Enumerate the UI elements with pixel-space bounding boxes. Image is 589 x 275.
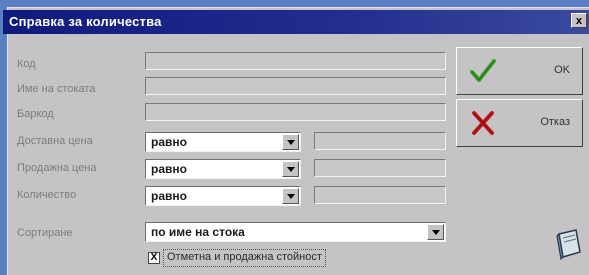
window-frame: Справка за количества x Код Име на стока… <box>0 0 589 275</box>
chevron-down-icon[interactable] <box>282 161 299 177</box>
ok-button[interactable]: OK <box>456 47 583 95</box>
sale-value-checkbox-label[interactable]: Отметна и продажна стойност <box>163 249 326 267</box>
checkmark-icon <box>470 59 496 82</box>
chevron-down-icon[interactable] <box>282 188 299 204</box>
ok-label: OK <box>554 64 570 76</box>
cancel-label: Отказ <box>540 116 570 128</box>
close-button[interactable]: x <box>571 13 587 28</box>
delivery-price-field[interactable] <box>314 132 446 150</box>
chevron-down-icon[interactable] <box>427 224 444 240</box>
name-label: Име на стоката <box>17 83 96 95</box>
quantity-operator-value: равно <box>151 189 187 203</box>
title-bar[interactable]: Справка за количества x <box>3 10 589 34</box>
code-field[interactable] <box>145 52 446 70</box>
sort-combo[interactable]: по име на стока <box>145 222 446 242</box>
quantity-label: Количество <box>17 189 77 201</box>
delivery-operator-combo[interactable]: равно <box>145 132 301 152</box>
sale-operator-value: равно <box>151 162 187 176</box>
chevron-down-icon[interactable] <box>282 134 299 150</box>
sort-value: по име на стока <box>151 225 245 239</box>
sort-label: Сортиране <box>17 227 73 239</box>
quantity-field[interactable] <box>314 186 446 204</box>
dialog-title: Справка за количества <box>9 14 162 29</box>
quantity-operator-combo[interactable]: равно <box>145 186 301 206</box>
barcode-label: Баркод <box>17 108 54 120</box>
delivery-operator-value: равно <box>151 135 187 149</box>
sale-price-label: Продажна цена <box>17 162 97 174</box>
sale-value-checkbox[interactable]: X <box>148 252 160 264</box>
sale-operator-combo[interactable]: равно <box>145 159 301 179</box>
cross-icon <box>472 111 494 135</box>
delivery-price-label: Доставна цена <box>17 135 93 147</box>
code-label: Код <box>17 58 36 70</box>
barcode-field[interactable] <box>145 103 446 121</box>
book-icon[interactable] <box>554 228 584 260</box>
name-field[interactable] <box>145 77 446 95</box>
cancel-button[interactable]: Отказ <box>456 99 583 147</box>
sale-price-field[interactable] <box>314 159 446 177</box>
